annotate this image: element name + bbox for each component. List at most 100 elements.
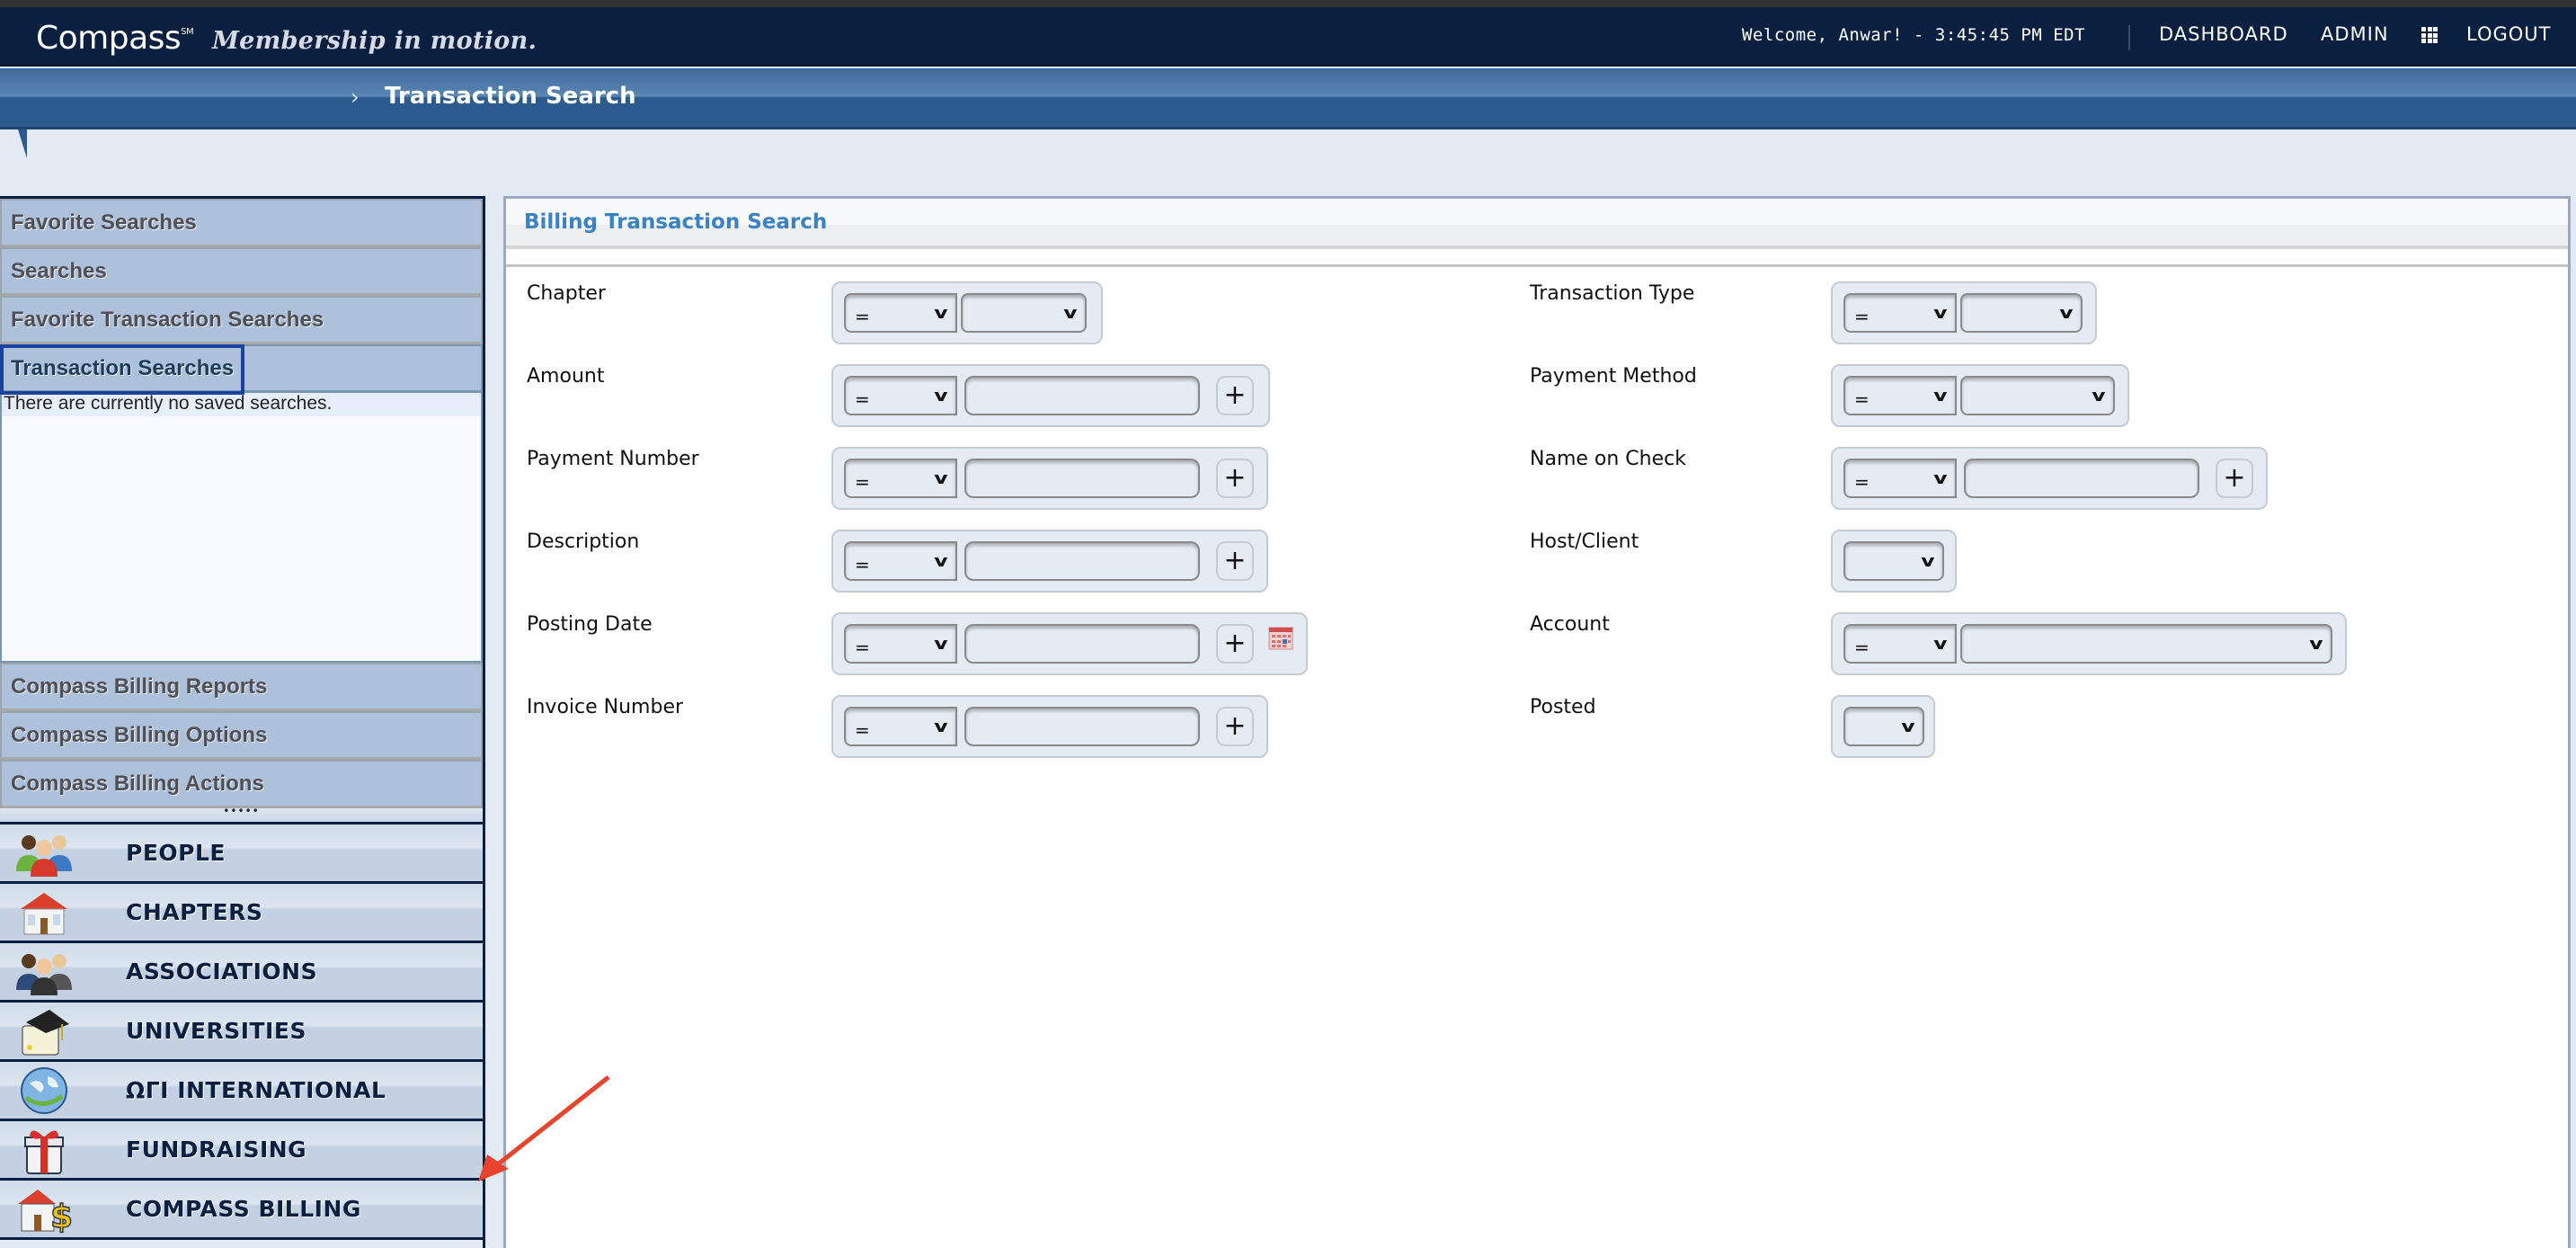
posted-label: Posted [1530, 696, 1596, 718]
invoice-number-operator-select[interactable]: = v [844, 707, 957, 746]
posting-date-input[interactable] [964, 624, 1200, 664]
splitter-handle[interactable]: ••••• [0, 806, 483, 825]
description-label: Description [527, 530, 640, 553]
chevron-down-icon: v [2092, 387, 2106, 406]
chevron-down-icon: v [934, 552, 948, 571]
payment-method-operator-select[interactable]: = v [1843, 376, 1957, 415]
payment-method-value-select[interactable]: v [1960, 376, 2115, 415]
chevron-down-icon: v [1933, 469, 1948, 488]
chevron-down-icon: v [1901, 718, 1915, 736]
accordion-compass-billing-reports[interactable]: Compass Billing Reports [0, 663, 483, 711]
payment-number-operator-select[interactable]: = v [844, 459, 957, 498]
browser-top-strip [0, 0, 2576, 7]
name-on-check-input[interactable] [1964, 459, 2199, 498]
chapter-house-icon [13, 887, 76, 938]
accordion-favorite-searches[interactable]: Favorite Searches [0, 199, 483, 247]
nav-people[interactable]: PEOPLE [0, 825, 483, 884]
invoice-number-filter: = v + [831, 695, 1268, 758]
graduation-cap-icon [13, 1006, 76, 1056]
description-input[interactable] [964, 541, 1200, 581]
accordion-favorite-transaction-searches[interactable]: Favorite Transaction Searches [0, 296, 483, 344]
host-client-filter: v [1831, 530, 1957, 593]
posting-date-operator-select[interactable]: = v [844, 624, 957, 664]
account-operator-select[interactable]: = v [1843, 624, 1957, 664]
compass-logo[interactable]: CompassSM [36, 20, 194, 57]
name-on-check-operator-select[interactable]: = v [1843, 459, 1957, 498]
logout-link[interactable]: LOGOUT [2466, 23, 2551, 45]
posted-filter: v [1831, 695, 1935, 758]
nav-compass-billing[interactable]: $ COMPASS BILLING [0, 1181, 483, 1240]
welcome-message: Welcome, Anwar! - 3:45:45 PM EDT [1742, 25, 2086, 45]
panel-divider [506, 249, 2568, 267]
svg-text:$: $ [50, 1199, 73, 1235]
posting-date-add-button[interactable]: + [1216, 624, 1254, 664]
transaction-type-operator-select[interactable]: = v [1843, 293, 1957, 333]
payment-number-add-button[interactable]: + [1216, 459, 1254, 498]
chevron-down-icon: v [934, 387, 948, 406]
name-on-check-label: Name on Check [1530, 448, 1686, 470]
accordion-compass-billing-actions[interactable]: Compass Billing Actions [0, 760, 483, 808]
nav-chapters-label: CHAPTERS [126, 899, 263, 925]
description-filter: = v + [831, 530, 1268, 593]
nav-international-label: ΩΓΙ INTERNATIONAL [126, 1077, 386, 1103]
chevron-down-icon: v [1933, 387, 1948, 406]
amount-add-button[interactable]: + [1216, 376, 1254, 415]
host-client-label: Host/Client [1530, 530, 1639, 553]
amount-operator-select[interactable]: = v [844, 376, 957, 415]
posted-select[interactable]: v [1843, 707, 1924, 746]
app-header: CompassSM Membership in motion. Welcome,… [0, 7, 2576, 67]
nav-universities-label: UNIVERSITIES [126, 1018, 306, 1044]
nav-associations-label: ASSOCIATIONS [126, 958, 318, 985]
payment-number-input[interactable] [964, 459, 1200, 498]
nav-international[interactable]: ΩΓΙ INTERNATIONAL [0, 1062, 483, 1121]
calendar-icon[interactable] [1268, 625, 1293, 650]
nav-chapters[interactable]: CHAPTERS [0, 884, 483, 943]
billing-transaction-search-panel: Billing Transaction Search Chapter = v v … [503, 196, 2571, 1248]
chevron-right-icon: › [351, 85, 360, 110]
amount-filter: = v + [831, 364, 1270, 427]
chapter-value-select[interactable]: v [961, 293, 1087, 333]
nav-universities[interactable]: UNIVERSITIES [0, 1003, 483, 1062]
nav-associations[interactable]: ASSOCIATIONS [0, 943, 483, 1003]
nav-fundraising-label: FUNDRAISING [126, 1137, 307, 1163]
chevron-down-icon: v [934, 718, 948, 736]
chapter-operator-select[interactable]: = v [844, 293, 957, 333]
description-operator-select[interactable]: = v [844, 541, 957, 581]
amount-input[interactable] [964, 376, 1200, 415]
chevron-down-icon: v [934, 469, 948, 488]
chevron-down-icon: v [2059, 304, 2074, 323]
account-value-select[interactable]: v [1960, 624, 2332, 664]
transaction-type-filter: = v v [1831, 281, 2097, 344]
invoice-number-input[interactable] [964, 707, 1200, 746]
invoice-number-add-button[interactable]: + [1216, 707, 1254, 746]
dashboard-link[interactable]: DASHBOARD [2159, 23, 2288, 45]
amount-label: Amount [527, 365, 605, 388]
grid-icon[interactable] [2421, 27, 2438, 43]
description-add-button[interactable]: + [1216, 541, 1254, 581]
panel-title: Billing Transaction Search [524, 210, 828, 234]
associations-icon [13, 947, 76, 997]
posting-date-filter: = v + [831, 612, 1308, 675]
nav-fundraising[interactable]: FUNDRAISING [0, 1121, 483, 1181]
empty-state-message: There are currently no saved searches. [2, 393, 481, 416]
name-on-check-add-button[interactable]: + [2216, 459, 2253, 498]
chevron-down-icon: v [1933, 304, 1948, 323]
chevron-down-icon: v [934, 635, 948, 654]
accordion-transaction-searches-section: Transaction Searches There are currently… [0, 344, 483, 663]
posting-date-label: Posting Date [527, 613, 653, 636]
panel-header: Billing Transaction Search [506, 199, 2568, 249]
chevron-down-icon: v [934, 304, 948, 323]
accordion-compass-billing-options[interactable]: Compass Billing Options [0, 711, 483, 760]
invoice-number-label: Invoice Number [527, 696, 684, 718]
transaction-type-value-select[interactable]: v [1960, 293, 2083, 333]
nav-people-label: PEOPLE [126, 840, 226, 866]
accordion-searches[interactable]: Searches [0, 247, 483, 296]
breadcrumb-tab-pointer [9, 129, 27, 158]
accordion-transaction-searches[interactable]: Transaction Searches [0, 344, 483, 393]
chevron-down-icon: v [2309, 635, 2323, 654]
chevron-down-icon: v [1063, 304, 1078, 323]
gift-icon [13, 1125, 76, 1175]
saved-searches-list: There are currently no saved searches. [0, 393, 483, 663]
host-client-select[interactable]: v [1843, 541, 1944, 581]
admin-link[interactable]: ADMIN [2321, 23, 2389, 45]
